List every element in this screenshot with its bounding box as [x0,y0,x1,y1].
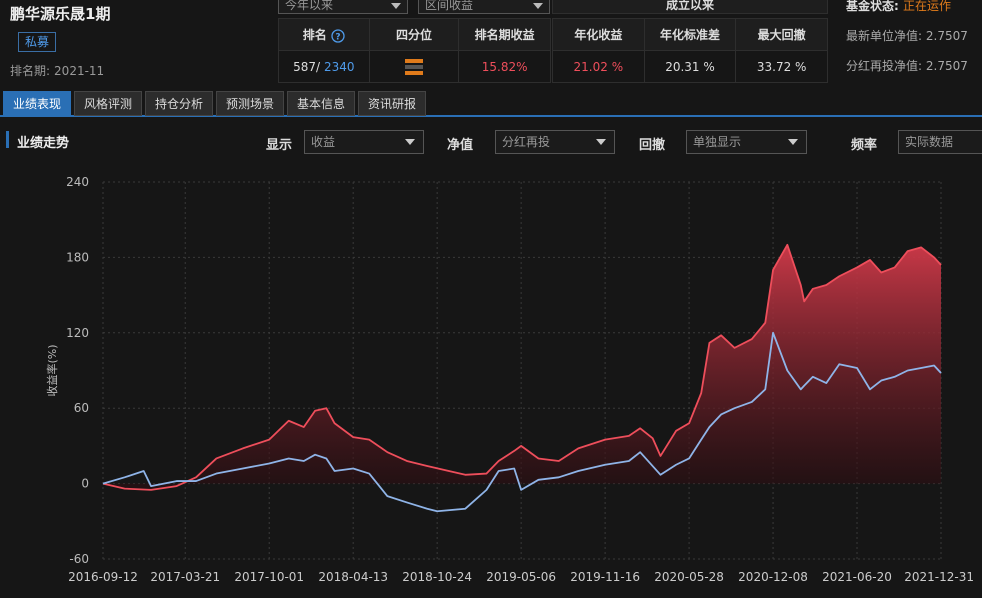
chevron-down-icon [533,3,543,9]
chevron-down-icon [596,139,606,145]
tab-holdings[interactable]: 持仓分析 [145,91,213,116]
section-title: 业绩走势 [17,136,70,151]
max-drawdown-value: 33.72 % [735,50,828,83]
quartile-bar-icon [404,58,423,75]
x-tick-label: 2021-12-31 [904,570,974,584]
fund-status-value: 正在运作 [903,0,952,13]
tab-basic-info[interactable]: 基本信息 [287,91,355,116]
annual-return-value: 21.02 % [552,50,645,83]
y-axis-label: 收益率(%) [45,344,59,396]
cumulative-nav-value: 2.7507 [925,59,968,73]
drawdown-select-value: 单独显示 [693,135,742,149]
period-return-header: 排名期收益 [458,18,551,51]
tab-research[interactable]: 资讯研报 [358,91,426,116]
nav-label: 净值 [447,138,474,153]
y-tick-label: 180 [66,250,89,264]
fund-name: 鹏华源乐晟1期 [10,5,111,23]
tab-style[interactable]: 风格评测 [74,91,142,116]
max-drawdown-header: 最大回撤 [735,18,828,51]
rank-header-label: 排名 [302,28,327,42]
x-tick-label: 2018-10-24 [402,570,472,584]
chevron-down-icon [391,3,401,9]
svg-text:?: ? [335,32,340,42]
x-tick-label: 2021-06-20 [822,570,892,584]
tab-scenarios[interactable]: 预测场景 [216,91,284,116]
y-tick-label: 60 [74,401,89,415]
x-tick-label: 2019-11-16 [570,570,640,584]
nav-select-value: 分红再投 [502,135,551,149]
annual-std-header: 年化标准差 [643,18,737,51]
rank-stats-table: 排名 ? 四分位 排名期收益 587/ 2340 15.82% [278,18,551,83]
x-tick-label: 2020-05-28 [654,570,724,584]
latest-nav-label: 最新单位净值: [846,29,923,43]
frequency-select[interactable]: 实际数据 [898,130,982,154]
latest-nav-value: 2.7507 [925,29,968,43]
rank-period-value: 2021-11 [54,64,105,78]
drawdown-label: 回撤 [639,138,666,153]
return-type-select[interactable]: 区间收益 [418,0,550,14]
help-icon[interactable]: ? [331,28,345,43]
x-tick-label: 2018-04-13 [318,570,388,584]
nav-select[interactable]: 分红再投 [495,130,615,154]
frequency-select-value: 实际数据 [905,135,954,149]
chevron-down-icon [788,139,798,145]
rank-value: 587/ 2340 [278,50,370,83]
y-tick-label: 0 [81,477,89,491]
inception-stats-table: 年化收益 年化标准差 最大回撤 21.02 % 20.31 % 33.72 % [552,18,828,83]
x-tick-label: 2020-12-08 [738,570,808,584]
fund-status: 基金状态: 正在运作 [846,0,951,14]
fund-type-tag: 私募 [18,32,56,52]
since-inception-header: 成立以来 [552,0,828,14]
performance-chart: 240 180 120 60 0 -60 2016-09-12 2017-03-21 2017-… [45,175,974,584]
show-select-value: 收益 [311,135,336,149]
quartile-value [368,50,460,83]
cumulative-nav: 分红再投净值: 2.7507 [846,57,968,74]
rank-period-label: 排名期: [10,64,51,78]
y-tick-label: -60 [69,552,89,566]
latest-nav: 最新单位净值: 2.7507 [846,27,968,44]
rank-total[interactable]: 2340 [324,60,355,74]
show-label: 显示 [266,138,293,153]
chevron-down-icon [405,139,415,145]
drawdown-select[interactable]: 单独显示 [686,130,807,154]
tab-performance[interactable]: 业绩表现 [3,91,71,116]
cumulative-nav-label: 分红再投净值: [846,59,923,73]
rank-period: 排名期: 2021-11 [10,62,104,79]
x-tick-label: 2019-05-06 [486,570,556,584]
annual-std-value: 20.31 % [643,50,737,83]
x-tick-label: 2016-09-12 [68,570,138,584]
x-tick-label: 2017-03-21 [150,570,220,584]
rank-position: 587/ [293,59,321,74]
section-accent-bar [6,131,9,148]
quartile-header: 四分位 [368,18,460,51]
tab-bar: 业绩表现 风格评测 持仓分析 预测场景 基本信息 资讯研报 [0,90,982,117]
rank-header: 排名 ? [278,18,370,51]
period-select[interactable]: 今年以来 [278,0,408,14]
fund-status-label: 基金状态: [846,0,899,13]
y-tick-label: 240 [66,175,89,189]
show-select[interactable]: 收益 [304,130,424,154]
return-type-select-value: 区间收益 [425,0,474,12]
x-tick-label: 2017-10-01 [234,570,304,584]
y-tick-label: 120 [66,326,89,340]
annual-return-header: 年化收益 [552,18,645,51]
period-return-value: 15.82% [458,50,551,83]
period-select-value: 今年以来 [285,0,334,12]
frequency-label: 频率 [851,138,878,153]
